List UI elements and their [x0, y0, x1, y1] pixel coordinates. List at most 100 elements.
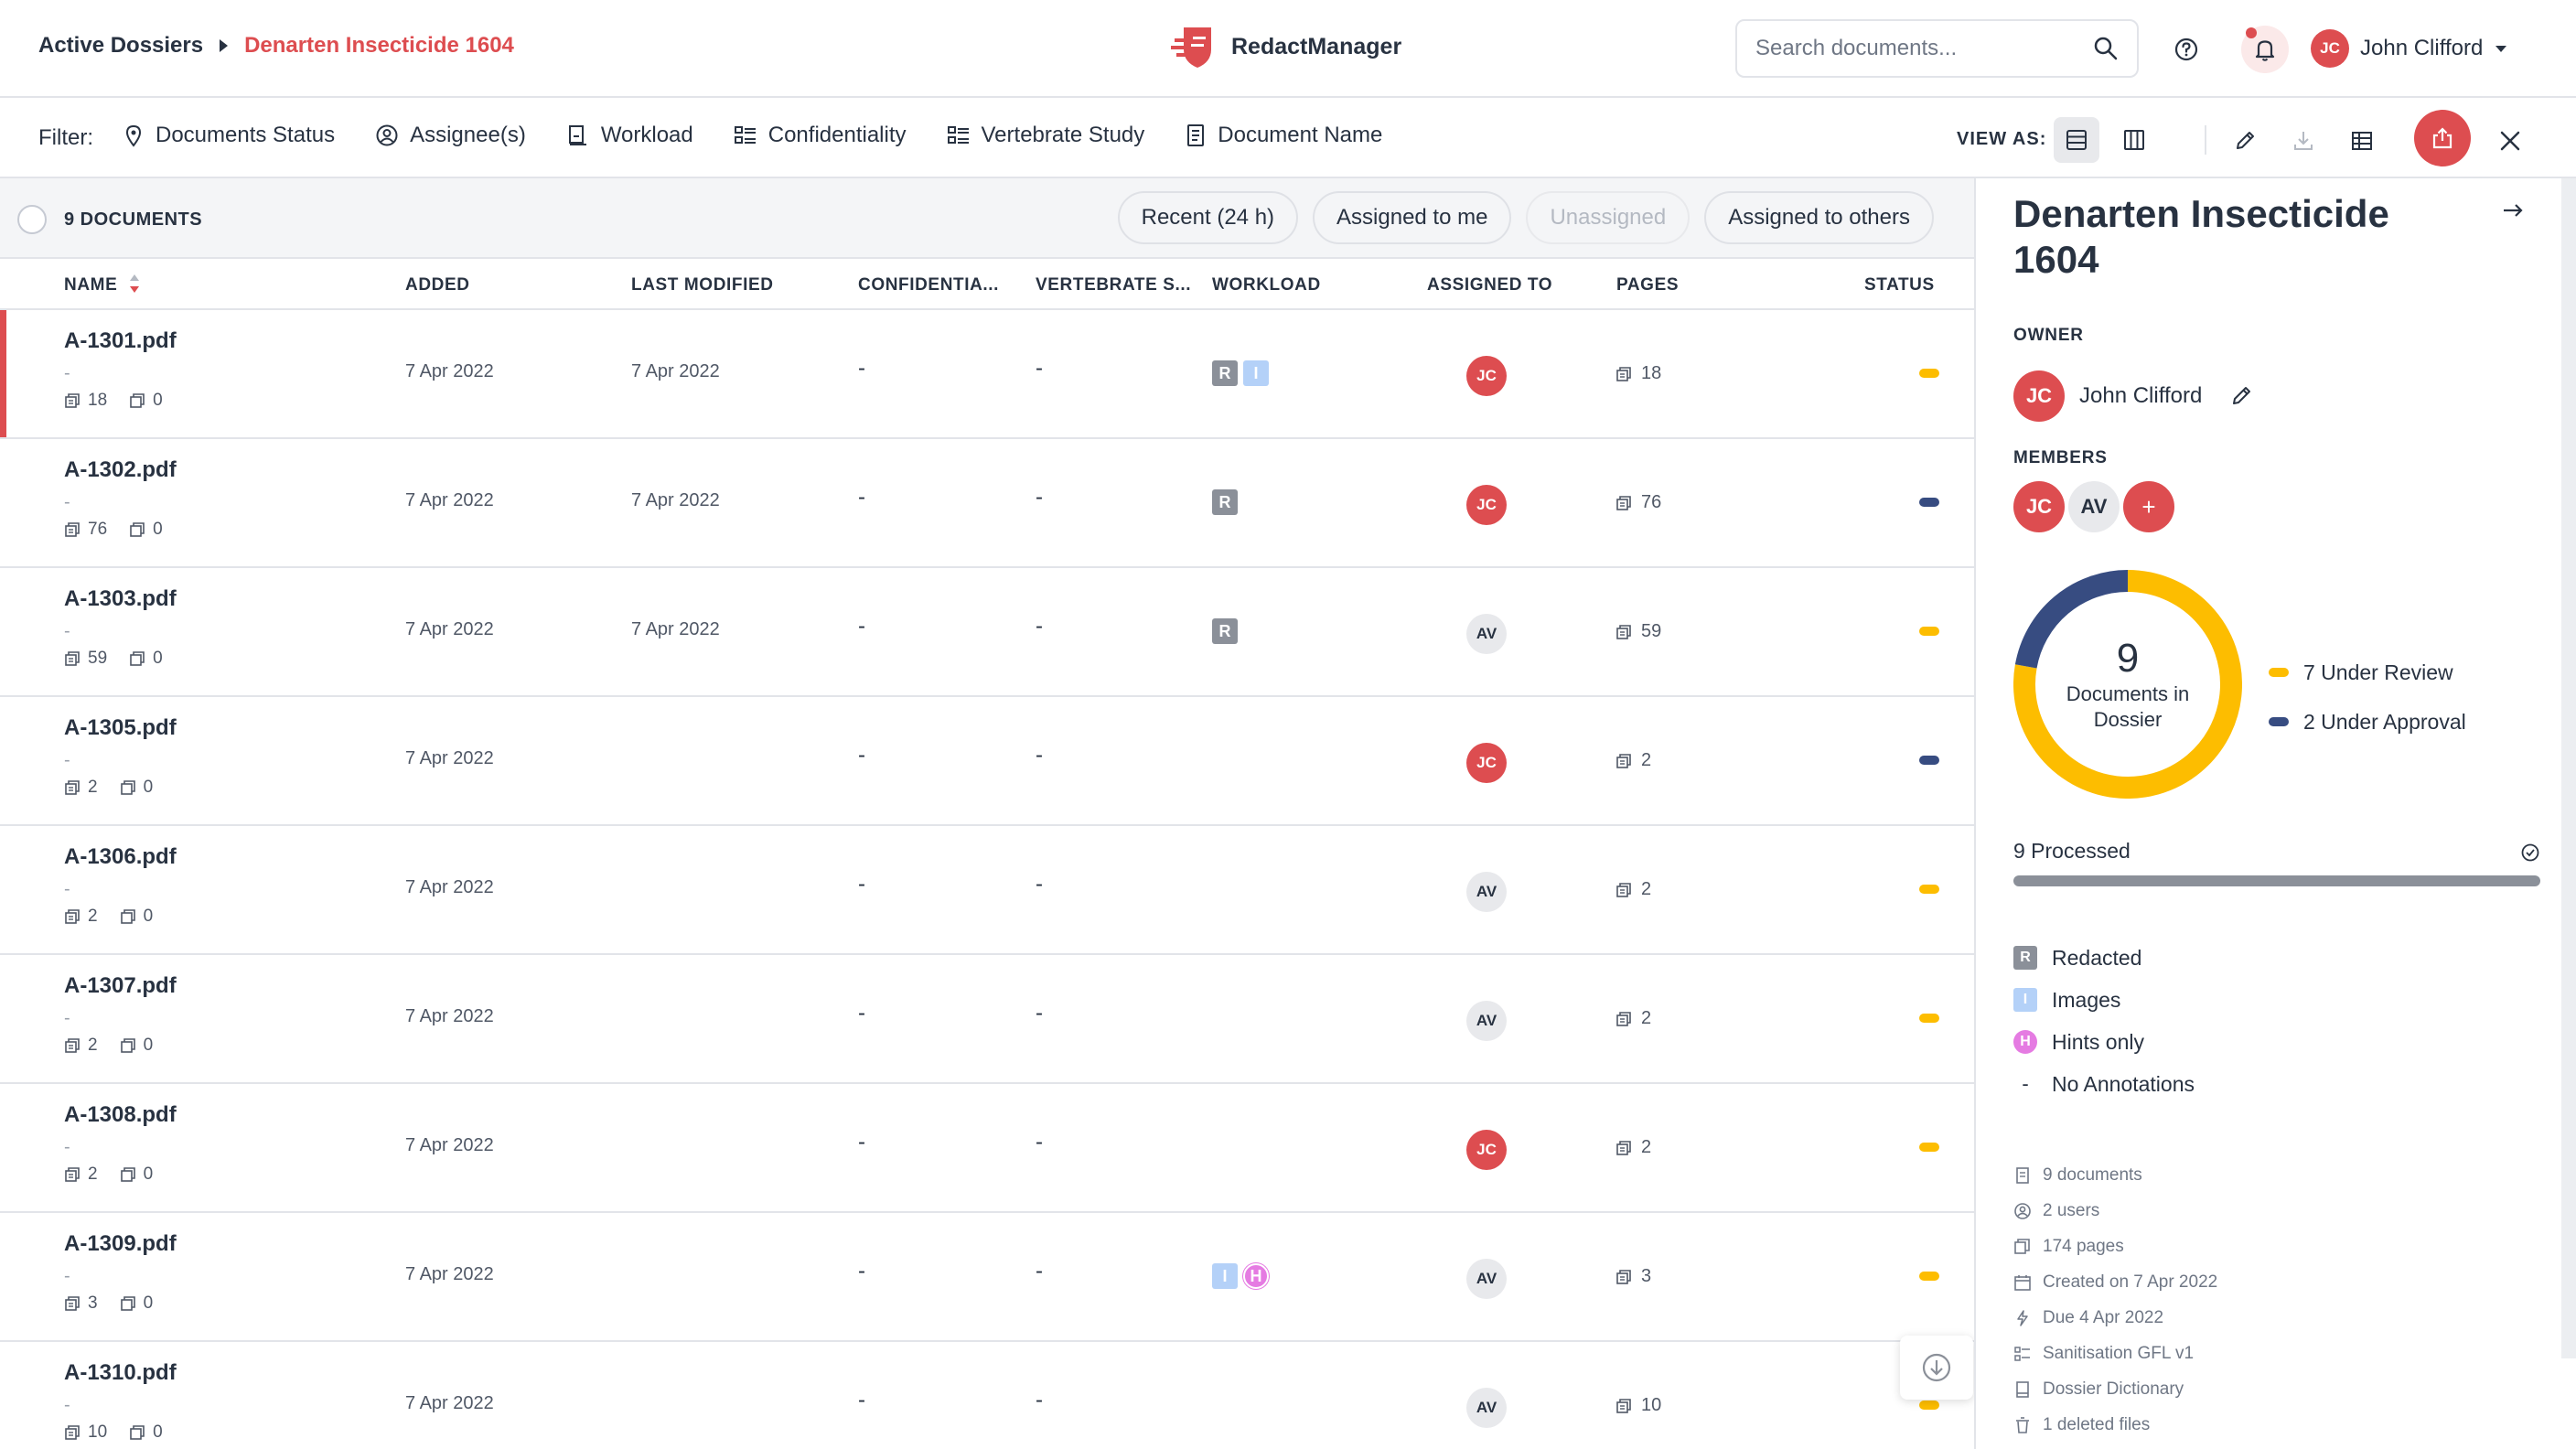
filter-workload[interactable]: Workload	[566, 123, 693, 148]
add-member-button[interactable]: +	[2123, 481, 2174, 532]
assignee-avatar[interactable]: AV	[1466, 1388, 1507, 1428]
table-row[interactable]: A-1305.pdf -2 0 7 Apr 2022- - JC 2	[0, 697, 1974, 826]
legend-item-under-approval[interactable]: 2 Under Approval	[2269, 697, 2466, 746]
column-header-last-modified[interactable]: LAST MODIFIED	[631, 275, 774, 295]
scroll-down-button[interactable]	[1900, 1336, 1973, 1400]
trash-icon	[2016, 1416, 2029, 1433]
file-name[interactable]: A-1303.pdf	[64, 586, 177, 612]
file-excluded-count: 0	[143, 1165, 154, 1184]
file-name[interactable]: A-1301.pdf	[64, 328, 177, 354]
status-indicator[interactable]	[1919, 1272, 1939, 1281]
file-meta: 20	[64, 907, 153, 927]
filter-document-name[interactable]: Document Name	[1185, 123, 1382, 148]
file-name[interactable]: A-1309.pdf	[64, 1231, 177, 1257]
book-icon	[2016, 1380, 2029, 1398]
help-button[interactable]	[2163, 26, 2210, 73]
filter-confidentiality[interactable]: Confidentiality	[734, 123, 907, 148]
status-indicator[interactable]	[1919, 369, 1939, 378]
assignee-avatar[interactable]: AV	[1466, 872, 1507, 912]
donut-center: 9 Documents in Dossier	[2013, 570, 2242, 799]
status-indicator[interactable]	[1919, 1014, 1939, 1023]
file-name[interactable]: A-1302.pdf	[64, 457, 177, 483]
app-logo[interactable]: RedactManager	[1171, 24, 1401, 70]
filter-documents-status[interactable]: Documents Status	[123, 123, 335, 148]
legend-label: 7 Under Review	[2303, 660, 2453, 684]
file-name[interactable]: A-1306.pdf	[64, 844, 177, 870]
assignee-avatar[interactable]: JC	[1466, 743, 1507, 783]
quick-filter-assigned-to-others[interactable]: Assigned to others	[1704, 191, 1934, 244]
status-indicator[interactable]	[1919, 1401, 1939, 1410]
file-name[interactable]: A-1305.pdf	[64, 715, 177, 741]
status-indicator[interactable]	[1919, 885, 1939, 894]
filter-vertebrate-study[interactable]: Vertebrate Study	[947, 123, 1144, 148]
confidentiality-value: -	[858, 872, 865, 896]
column-header-pages[interactable]: PAGES	[1616, 275, 1679, 295]
status-indicator[interactable]	[1919, 756, 1939, 765]
breadcrumb-root[interactable]: Active Dossiers	[38, 33, 203, 59]
assignee-avatar[interactable]: JC	[1466, 1130, 1507, 1170]
export-button[interactable]	[2414, 110, 2471, 166]
collapse-arrow-icon[interactable]	[2499, 197, 2527, 224]
table-row[interactable]: A-1306.pdf -2 0 7 Apr 2022- - AV 2	[0, 826, 1974, 955]
download-button[interactable]	[2280, 117, 2327, 165]
filter-assignees[interactable]: Assignee(s)	[375, 123, 526, 148]
quick-filter-assigned-to-me[interactable]: Assigned to me	[1313, 191, 1512, 244]
stat-item: Dossier Dictionary	[2013, 1371, 2217, 1407]
excluded-pages-icon	[130, 522, 145, 537]
assignee-avatar[interactable]: AV	[1466, 1001, 1507, 1041]
view-columns-button[interactable]	[2111, 117, 2157, 163]
stat-item: 9 documents	[2013, 1157, 2217, 1193]
member-avatar[interactable]: AV	[2068, 481, 2120, 532]
column-header-confidentiality[interactable]: CONFIDENTIA...	[858, 275, 999, 295]
workload-badges: R	[1212, 618, 1243, 644]
edit-button[interactable]	[2221, 117, 2269, 165]
file-subtitle: -	[64, 1008, 70, 1028]
edit-owner-pencil-icon[interactable]	[2229, 384, 2253, 408]
column-header-status[interactable]: STATUS	[1864, 275, 1935, 295]
member-avatar[interactable]: JC	[2013, 481, 2065, 532]
column-header-vertebrate-study[interactable]: VERTEBRATE S...	[1036, 275, 1191, 295]
view-list-button[interactable]	[2054, 117, 2099, 163]
confidentiality-value: -	[858, 1388, 865, 1412]
user-menu[interactable]: JC John Clifford	[2311, 29, 2507, 68]
table-row[interactable]: A-1301.pdf -18 0 7 Apr 2022 7 Apr 2022- - R I JC…	[0, 310, 1974, 439]
annotation-label: Redacted	[2052, 945, 2142, 970]
close-button[interactable]	[2486, 117, 2534, 165]
assignee-avatar[interactable]: AV	[1466, 614, 1507, 654]
column-header-name[interactable]: NAME	[64, 275, 117, 295]
assignee-avatar[interactable]: AV	[1466, 1259, 1507, 1299]
quick-filter-recent[interactable]: Recent (24 h)	[1117, 191, 1299, 244]
status-indicator[interactable]	[1919, 1143, 1939, 1152]
column-header-workload[interactable]: WORKLOAD	[1212, 275, 1321, 295]
table-settings-button[interactable]	[2338, 117, 2386, 165]
status-indicator[interactable]	[1919, 627, 1939, 636]
table-row[interactable]: A-1307.pdf -2 0 7 Apr 2022- - AV 2	[0, 955, 1974, 1084]
search-box[interactable]	[1735, 19, 2139, 78]
breadcrumb-current[interactable]: Denarten Insecticide 1604	[244, 33, 514, 59]
select-all-checkbox[interactable]	[17, 205, 47, 234]
panel-scrollbar[interactable]	[2561, 178, 2576, 1358]
pages-icon	[2014, 1238, 2030, 1254]
table-row[interactable]: A-1303.pdf -59 0 7 Apr 2022 7 Apr 2022- - R AV 5…	[0, 568, 1974, 697]
table-row[interactable]: A-1310.pdf -10 0 7 Apr 2022- - AV 10	[0, 1342, 1974, 1449]
table-row[interactable]: A-1309.pdf -3 0 7 Apr 2022- - I H AV 3	[0, 1213, 1974, 1342]
status-indicator[interactable]	[1919, 498, 1939, 507]
table-row[interactable]: A-1308.pdf -2 0 7 Apr 2022- - JC 2	[0, 1084, 1974, 1213]
sort-icon[interactable]	[128, 272, 141, 295]
notifications-button[interactable]	[2241, 26, 2289, 73]
column-header-assigned-to[interactable]: ASSIGNED TO	[1427, 275, 1552, 295]
column-header-added[interactable]: ADDED	[405, 275, 470, 295]
assignee-avatar[interactable]: JC	[1466, 485, 1507, 525]
file-name[interactable]: A-1308.pdf	[64, 1102, 177, 1128]
assignee-avatar[interactable]: JC	[1466, 356, 1507, 396]
excluded-pages-icon	[120, 909, 135, 924]
vertebrate-study-value: -	[1036, 1130, 1043, 1154]
file-name[interactable]: A-1307.pdf	[64, 973, 177, 999]
legend-item-under-review[interactable]: 7 Under Review	[2269, 648, 2466, 697]
pages-icon	[1616, 882, 1631, 897]
file-name[interactable]: A-1310.pdf	[64, 1360, 177, 1386]
dossier-stats: 9 documents 2 users 174 pages Created on 7 …	[2013, 1157, 2217, 1443]
search-input[interactable]	[1755, 36, 2093, 61]
search-icon[interactable]	[2093, 36, 2119, 61]
table-row[interactable]: A-1302.pdf -76 0 7 Apr 2022 7 Apr 2022- - R JC 7…	[0, 439, 1974, 568]
